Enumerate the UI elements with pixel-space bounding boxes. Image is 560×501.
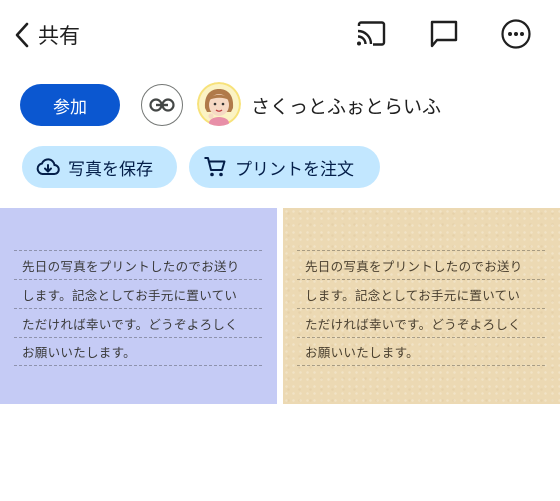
more-options-button[interactable] [498,16,534,52]
back-arrow-icon [15,22,29,48]
join-button[interactable]: 参加 [20,84,120,126]
note-card: 先日の写真をプリントしたのでお送り します。記念としてお手元に置いてい ただけれ… [297,250,545,366]
note-line: ただければ幸いです。どうぞよろしく [297,308,545,337]
comment-button[interactable] [426,16,462,52]
album-actions-row: 参加 さくっとふぉとらいふ [0,82,560,128]
note-line: します。記念としてお手元に置いてい [14,279,262,308]
note-line: お願いいたします。 [297,337,545,366]
cart-icon [204,157,226,177]
cloud-download-icon [36,158,60,175]
save-photos-label: 写真を保存 [68,159,153,180]
note-card: 先日の写真をプリントしたのでお送り します。記念としてお手元に置いてい ただけれ… [14,250,262,366]
photo-thumbnail[interactable]: 先日の写真をプリントしたのでお送り します。記念としてお手元に置いてい ただけれ… [0,208,277,404]
cast-icon [357,21,386,46]
more-horizontal-icon [501,19,531,49]
comment-icon [430,20,458,48]
photo-thumbnail[interactable]: 先日の写真をプリントしたのでお送り します。記念としてお手元に置いてい ただけれ… [283,208,560,404]
back-button[interactable]: 共有 [14,18,80,52]
note-line: 先日の写真をプリントしたのでお送り [14,250,262,279]
avatar-image [197,82,241,126]
cast-button[interactable] [353,16,389,52]
owner-avatar[interactable] [197,82,241,126]
order-prints-label: プリントを注文 [235,159,354,180]
order-prints-chip[interactable]: プリントを注文 [189,146,380,188]
note-line: お願いいたします。 [14,337,262,366]
save-photos-chip[interactable]: 写真を保存 [22,146,177,188]
note-line: 先日の写真をプリントしたのでお送り [297,250,545,279]
note-line: ただければ幸いです。どうぞよろしく [14,308,262,337]
action-chips: 写真を保存 プリントを注文 [0,146,560,188]
copy-link-button[interactable] [141,84,183,126]
link-icon [149,98,175,112]
owner-name[interactable]: さくっとふぉとらいふ [251,92,441,119]
note-line: します。記念としてお手元に置いてい [297,279,545,308]
page-title: 共有 [38,24,80,48]
top-app-bar: 共有 [0,0,560,70]
